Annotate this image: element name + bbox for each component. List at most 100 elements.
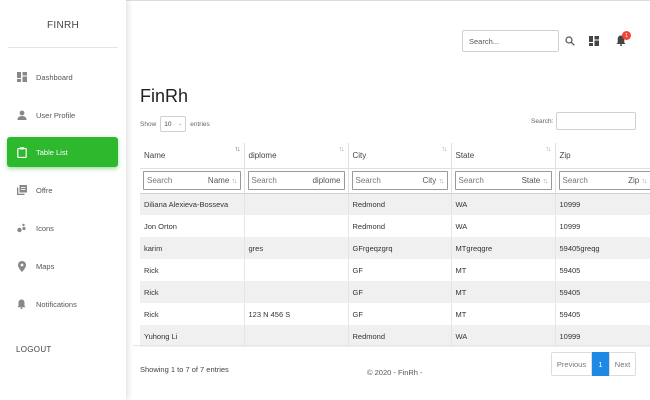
sidebar-item-maps[interactable]: Maps — [7, 251, 118, 281]
column-header-diplome[interactable]: diplome ↑↓ — [244, 143, 349, 169]
filter-zip-input[interactable]: Search Zip ↑↓ — [558, 171, 650, 190]
sort-icon: ↑↓ — [441, 146, 448, 153]
brand-logo[interactable]: FINRH — [0, 20, 126, 31]
cell-name: Diliana Alexieva-Bosseva — [140, 193, 245, 215]
sidebar-item-label: User Profile — [36, 110, 76, 120]
table-search-input[interactable] — [556, 112, 636, 130]
table-row[interactable]: karim gres GFrgeqzgrq MTgreqgre 59405greqg — [140, 237, 650, 259]
filter-label: Name — [207, 176, 230, 185]
sort-icon: ↑↓ — [338, 146, 345, 153]
filter-cell: Search diplome — [244, 168, 349, 194]
sort-icon: ↑↓ — [438, 178, 445, 185]
page-1-button[interactable]: 1 — [592, 352, 609, 376]
table-body: Diliana Alexieva-Bosseva Redmond WA 10999 J… — [140, 193, 650, 347]
column-header-label: diplome — [248, 150, 277, 160]
bell-icon — [16, 299, 27, 310]
filter-label: State — [521, 176, 541, 185]
cell-diplome: gres — [244, 237, 349, 259]
dashboard-button[interactable] — [589, 36, 599, 46]
column-header-state[interactable]: State ↑↓ — [451, 143, 556, 169]
table-row[interactable]: Rick 123 N 456 S GF MT 59405 — [140, 303, 650, 325]
sidebar-item-table-list[interactable]: Table List — [7, 137, 118, 167]
filter-city-input[interactable]: Search City ↑↓ — [351, 171, 448, 190]
cell-state: WA — [451, 193, 556, 215]
sidebar-item-dashboard[interactable]: Dashboard — [7, 62, 118, 92]
filter-diplome-input[interactable]: Search diplome — [247, 171, 345, 190]
cell-diplome — [244, 325, 349, 347]
table-header-row: Name ↑↓ diplome ↑↓ City ↑↓ State ↑↓ Zip↑↓ — [140, 143, 650, 169]
filter-placeholder: Search — [458, 176, 484, 185]
cell-zip: 59405 — [555, 259, 650, 281]
brand-divider — [8, 47, 118, 48]
table-info: Showing 1 to 7 of 7 entries — [140, 365, 229, 374]
filter-placeholder: Search — [562, 176, 588, 185]
top-divider — [126, 0, 650, 3]
cell-name: Rick — [140, 259, 245, 281]
filter-state-input[interactable]: Search State ↑↓ — [454, 171, 552, 190]
cell-diplome — [244, 193, 349, 215]
cell-zip: 10999 — [555, 193, 650, 215]
search-icon — [565, 36, 575, 46]
logout-link[interactable]: LOGOUT — [16, 345, 52, 354]
cell-name: Rick — [140, 281, 245, 303]
column-header-label: Name — [144, 150, 166, 160]
cell-name: Jon Orton — [140, 215, 245, 237]
cell-state: MT — [451, 281, 556, 303]
previous-page-button[interactable]: Previous — [551, 352, 592, 376]
data-table: Name↑↓ diplome↑↓ City↑↓ State↑↓ Zip↑↓ Se… — [140, 143, 650, 347]
cell-zip: 59405 — [555, 281, 650, 303]
filter-placeholder: Search — [355, 176, 381, 185]
notification-badge: 1 — [622, 31, 631, 40]
location-pin-icon — [16, 260, 27, 272]
table-row[interactable]: Yuhong Li Redmond WA 10999 — [140, 325, 650, 347]
sidebar-item-label: Notifications — [36, 299, 77, 309]
cell-city: GF — [348, 303, 452, 325]
column-header-city[interactable]: City ↑↓ — [348, 143, 452, 169]
sidebar-item-label: Table List — [36, 147, 68, 157]
clipboard-icon — [16, 146, 27, 158]
table-row[interactable]: Jon Orton Redmond WA 10999 — [140, 215, 650, 237]
cell-state: WA — [451, 325, 556, 347]
filter-row: Search Name ↑↓ Search diplome Search City ↑… — [140, 168, 650, 194]
filter-name-input[interactable]: Search Name ↑↓ — [143, 171, 241, 190]
table-row[interactable]: Diliana Alexieva-Bosseva Redmond WA 10999 — [140, 193, 650, 215]
search-button[interactable] — [560, 30, 580, 52]
filter-label: diplome — [312, 176, 341, 185]
table-row[interactable]: Rick GF MT 59405 — [140, 281, 650, 303]
sidebar-item-icons[interactable]: Icons — [7, 213, 118, 243]
page-title: FinRh — [140, 86, 189, 106]
cell-diplome: 123 N 456 S — [244, 303, 349, 325]
table-row[interactable]: Rick GF MT 59405 — [140, 259, 650, 281]
sidebar-item-notifications[interactable]: Notifications — [7, 289, 118, 319]
dashboard-icon — [589, 36, 599, 46]
filter-cell: Search State ↑↓ — [451, 168, 556, 194]
copyright-text: © 2020 - FinRh - — [367, 368, 423, 377]
filter-cell: Search Name ↑↓ — [140, 168, 245, 194]
filter-placeholder: Search — [147, 176, 173, 185]
sidebar: FINRH Dashboard User Profile Table List … — [0, 0, 126, 400]
entries-length: Show 10 ⌄ entries — [140, 116, 210, 132]
column-header-zip[interactable]: Zip↑↓ — [555, 143, 650, 169]
cell-city: GF — [348, 259, 452, 281]
cell-state: MTgreqgre — [451, 237, 556, 259]
entries-select[interactable]: 10 ⌄ — [160, 116, 187, 132]
sort-icon: ↑↓ — [542, 178, 549, 185]
column-header-name[interactable]: Name ↑↓ — [140, 143, 245, 169]
dashboard-icon — [16, 72, 27, 83]
sidebar-item-user-profile[interactable]: User Profile — [7, 100, 118, 130]
cell-city: GFrgeqzgrq — [348, 237, 452, 259]
sort-icon: ↑↓ — [231, 178, 238, 185]
sidebar-item-offre[interactable]: Offre — [7, 175, 118, 205]
sidebar-item-label: Icons — [36, 223, 54, 233]
person-icon — [16, 110, 27, 121]
next-page-button[interactable]: Next — [609, 352, 636, 376]
cell-diplome — [244, 259, 349, 281]
cell-diplome — [244, 281, 349, 303]
sort-icon: ↑↓ — [234, 146, 241, 153]
cell-city: GF — [348, 281, 452, 303]
cell-state: WA — [451, 215, 556, 237]
search-input[interactable] — [462, 30, 559, 52]
column-header-label: Zip — [559, 150, 571, 160]
cell-city: Redmond — [348, 325, 452, 347]
cell-city: Redmond — [348, 193, 452, 215]
